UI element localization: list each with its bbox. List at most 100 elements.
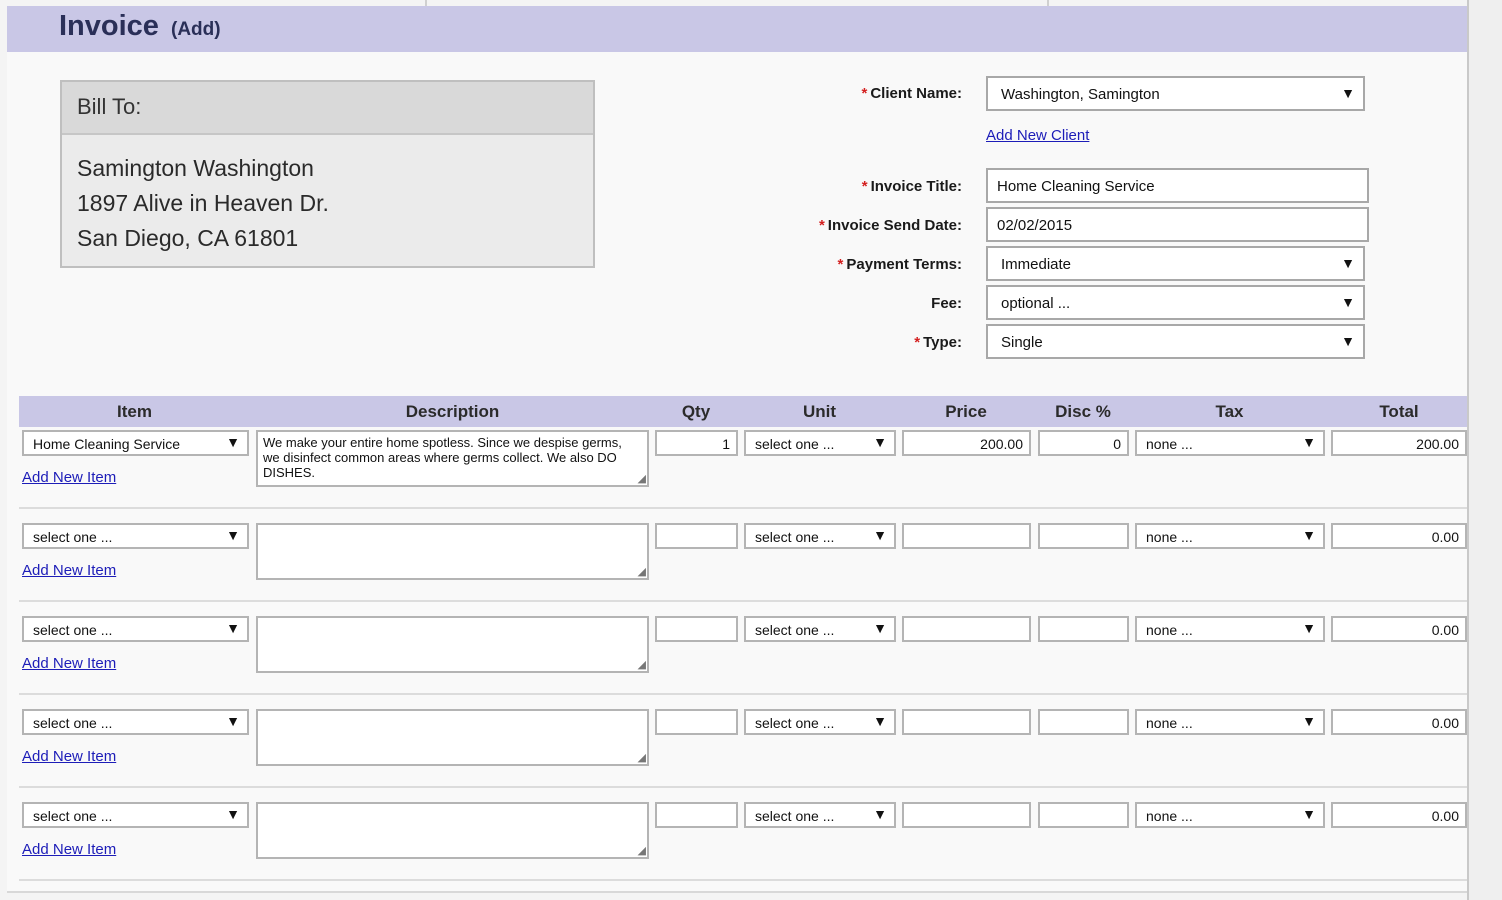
description-textarea[interactable]: ◢ xyxy=(256,616,649,673)
qty-input[interactable] xyxy=(655,709,738,735)
line-items-header: Item Description Qty Unit Price Disc % T… xyxy=(19,396,1471,427)
page-title-text: Invoice xyxy=(59,10,159,42)
item-select[interactable]: select one ... ▼ xyxy=(22,616,249,642)
resize-grip-icon[interactable]: ◢ xyxy=(638,567,646,578)
price-input[interactable] xyxy=(902,802,1031,828)
tax-value: none ... xyxy=(1146,715,1193,731)
client-name-select[interactable]: Washington, Samington ▼ xyxy=(986,76,1365,111)
bill-to-heading: Bill To: xyxy=(62,82,593,135)
chevron-down-icon: ▼ xyxy=(1302,434,1316,450)
add-new-client-link[interactable]: Add New Client xyxy=(986,127,1089,144)
tax-select[interactable]: none ... ▼ xyxy=(1135,523,1325,549)
add-new-item-link[interactable]: Add New Item xyxy=(22,562,116,579)
send-date-label: * Invoice Send Date: xyxy=(818,217,962,234)
qty-input[interactable] xyxy=(655,802,738,828)
tax-select[interactable]: none ... ▼ xyxy=(1135,709,1325,735)
invoice-title-label: * Invoice Title: xyxy=(861,178,962,195)
price-input[interactable]: 200.00 xyxy=(902,430,1031,456)
resize-grip-icon[interactable]: ◢ xyxy=(638,753,646,764)
add-new-item-link[interactable]: Add New Item xyxy=(22,655,116,672)
row-divider xyxy=(19,507,1469,509)
unit-value: select one ... xyxy=(755,808,835,824)
description-textarea[interactable]: We make your entire home spotless. Since… xyxy=(256,430,649,487)
send-date-input[interactable]: 02/02/2015 xyxy=(986,207,1369,242)
total-field: 0.00 xyxy=(1331,523,1467,549)
required-marker: * xyxy=(861,178,868,195)
disc-input[interactable] xyxy=(1038,616,1129,642)
chevron-down-icon: ▼ xyxy=(1302,713,1316,729)
page-title: Invoice (Add) xyxy=(59,10,221,43)
payment-terms-select[interactable]: Immediate ▼ xyxy=(986,246,1365,281)
bill-to-address-line2: San Diego, CA 61801 xyxy=(77,225,299,251)
tax-value: none ... xyxy=(1146,529,1193,545)
add-new-item-link[interactable]: Add New Item xyxy=(22,748,116,765)
chevron-down-icon: ▼ xyxy=(873,527,887,543)
unit-select[interactable]: select one ... ▼ xyxy=(744,523,896,549)
fee-select[interactable]: optional ... ▼ xyxy=(986,285,1365,320)
required-marker: * xyxy=(818,217,825,234)
unit-select[interactable]: select one ... ▼ xyxy=(744,802,896,828)
col-header-price: Price xyxy=(945,402,987,421)
price-input[interactable] xyxy=(902,709,1031,735)
resize-grip-icon[interactable]: ◢ xyxy=(638,660,646,671)
payment-terms-value: Immediate xyxy=(1001,256,1072,273)
disc-input[interactable] xyxy=(1038,523,1129,549)
item-select[interactable]: select one ... ▼ xyxy=(22,802,249,828)
description-textarea[interactable]: ◢ xyxy=(256,802,649,859)
col-header-tax: Tax xyxy=(1215,402,1244,421)
type-value: Single xyxy=(1001,334,1043,351)
unit-value: select one ... xyxy=(755,622,835,638)
qty-input[interactable]: 1 xyxy=(655,430,738,456)
price-input[interactable] xyxy=(902,616,1031,642)
item-select[interactable]: select one ... ▼ xyxy=(22,523,249,549)
item-value: select one ... xyxy=(33,715,113,731)
description-textarea[interactable]: ◢ xyxy=(256,523,649,580)
total-field: 0.00 xyxy=(1331,616,1467,642)
col-header-item: Item xyxy=(117,402,152,421)
row-divider xyxy=(19,786,1469,788)
col-header-qty: Qty xyxy=(681,402,711,421)
chevron-down-icon: ▼ xyxy=(1302,527,1316,543)
description-textarea[interactable]: ◢ xyxy=(256,709,649,766)
total-field: 0.00 xyxy=(1331,709,1467,735)
scrollbar-track[interactable] xyxy=(1467,0,1502,900)
table-row: select one ... ▼ Add New Item ◢ select o… xyxy=(7,520,1491,616)
chevron-down-icon: ▼ xyxy=(873,620,887,636)
tax-value: none ... xyxy=(1146,622,1193,638)
item-select[interactable]: Home Cleaning Service ▼ xyxy=(22,430,249,456)
unit-select[interactable]: select one ... ▼ xyxy=(744,616,896,642)
chevron-down-icon: ▼ xyxy=(1341,294,1355,310)
resize-grip-icon[interactable]: ◢ xyxy=(638,846,646,857)
item-select[interactable]: select one ... ▼ xyxy=(22,709,249,735)
chevron-down-icon: ▼ xyxy=(226,620,240,636)
tax-select[interactable]: none ... ▼ xyxy=(1135,802,1325,828)
table-row: select one ... ▼ Add New Item ◢ select o… xyxy=(7,613,1491,709)
chevron-down-icon: ▼ xyxy=(1341,255,1355,271)
row-divider xyxy=(19,693,1469,695)
tax-select[interactable]: none ... ▼ xyxy=(1135,430,1325,456)
type-select[interactable]: Single ▼ xyxy=(986,324,1365,359)
resize-grip-icon[interactable]: ◢ xyxy=(638,474,646,485)
tax-select[interactable]: none ... ▼ xyxy=(1135,616,1325,642)
add-new-item-link[interactable]: Add New Item xyxy=(22,469,116,486)
add-new-item-link[interactable]: Add New Item xyxy=(22,841,116,858)
type-label: * Type: xyxy=(914,334,962,351)
chevron-down-icon: ▼ xyxy=(873,434,887,450)
chevron-down-icon: ▼ xyxy=(1341,85,1355,101)
client-name-value: Washington, Samington xyxy=(1001,86,1160,103)
disc-input[interactable] xyxy=(1038,802,1129,828)
required-marker: * xyxy=(837,256,844,273)
unit-value: select one ... xyxy=(755,715,835,731)
total-field: 200.00 xyxy=(1331,430,1467,456)
chevron-down-icon: ▼ xyxy=(226,806,240,822)
unit-select[interactable]: select one ... ▼ xyxy=(744,709,896,735)
required-marker: * xyxy=(914,334,921,351)
disc-input[interactable] xyxy=(1038,709,1129,735)
price-input[interactable] xyxy=(902,523,1031,549)
unit-select[interactable]: select one ... ▼ xyxy=(744,430,896,456)
qty-input[interactable] xyxy=(655,523,738,549)
disc-input[interactable]: 0 xyxy=(1038,430,1129,456)
qty-input[interactable] xyxy=(655,616,738,642)
invoice-title-input[interactable]: Home Cleaning Service xyxy=(986,168,1369,203)
chevron-down-icon: ▼ xyxy=(873,806,887,822)
